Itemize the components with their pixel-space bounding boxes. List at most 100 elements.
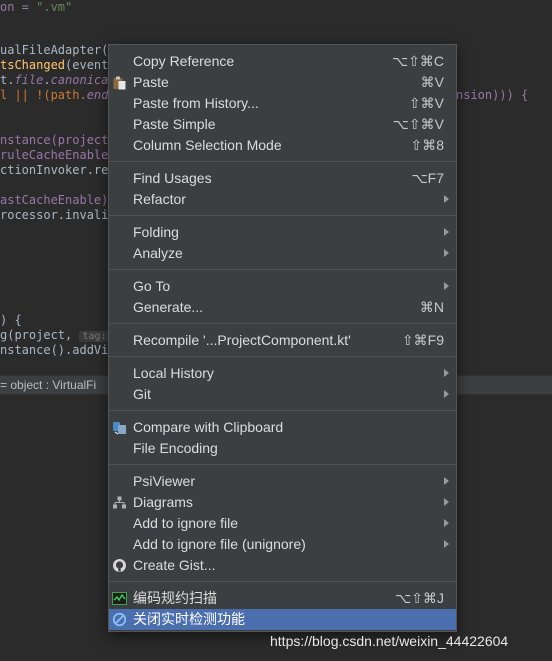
- menu-item-label: Create Gist...: [133, 557, 216, 573]
- submenu-arrow-icon: [444, 519, 449, 527]
- menu-item-label: 关闭实时检测功能: [133, 611, 245, 627]
- menu-item-label: Diagrams: [133, 494, 193, 510]
- submenu-arrow-icon: [444, 249, 449, 257]
- menu-separator: [109, 356, 456, 357]
- menu-item-disable-realtime-detection[interactable]: 关闭实时检测功能: [109, 609, 456, 630]
- code-line: ctionInvoker.ref: [0, 163, 116, 178]
- code-token: g(project,: [0, 328, 73, 342]
- code-token: nstance(project): [0, 133, 116, 147]
- menu-item-label: Recompile '...ProjectComponent.kt': [133, 332, 351, 348]
- submenu-arrow-icon: [444, 228, 449, 236]
- compare-clipboard-icon: [113, 422, 126, 435]
- menu-item-code-scan[interactable]: 编码规约扫描 ⌥⇧⌘J: [109, 588, 456, 609]
- menu-item-label: Analyze: [133, 245, 183, 261]
- scan-chart-icon: [112, 592, 127, 605]
- menu-item-shortcut: ⇧⌘8: [410, 137, 444, 153]
- code-token: ctionInvoker.ref: [0, 163, 116, 177]
- menu-item-label: Paste Simple: [133, 116, 216, 132]
- menu-item-label: Git: [133, 386, 151, 402]
- breadcrumb-text: = object : VirtualFi: [0, 378, 97, 392]
- menu-item-local-history[interactable]: Local History: [109, 363, 456, 384]
- menu-item-add-to-ignore-file[interactable]: Add to ignore file: [109, 513, 456, 534]
- menu-item-create-gist[interactable]: Create Gist...: [109, 555, 456, 576]
- code-token: rocessor.invalid: [0, 208, 116, 222]
- menu-item-recompile[interactable]: Recompile '...ProjectComponent.kt' ⇧⌘F9: [109, 330, 456, 351]
- menu-item-paste[interactable]: Paste ⌘V: [109, 72, 456, 93]
- menu-separator: [109, 215, 456, 216]
- menu-item-label: 编码规约扫描: [133, 590, 217, 606]
- code-token: l || !(path.: [0, 88, 87, 102]
- submenu-arrow-icon: [444, 498, 449, 506]
- menu-item-label: PsiViewer: [133, 473, 195, 489]
- code-token: file: [14, 73, 44, 87]
- menu-item-label: Local History: [133, 365, 214, 381]
- menu-separator: [109, 410, 456, 411]
- code-token: nstance().addVir: [0, 343, 116, 357]
- menu-item-label: Generate...: [133, 299, 204, 315]
- diagram-icon: [113, 496, 126, 509]
- code-token: tsChanged: [0, 58, 66, 72]
- github-icon: [113, 559, 126, 572]
- menu-item-label: Find Usages: [133, 170, 212, 186]
- menu-item-column-selection-mode[interactable]: Column Selection Mode ⇧⌘8: [109, 135, 456, 156]
- code-line: nsion))) {: [456, 88, 528, 103]
- menu-item-copy-reference[interactable]: Copy Reference ⌥⇧⌘C: [109, 51, 456, 72]
- menu-separator: [109, 581, 456, 582]
- code-token: .: [43, 73, 51, 87]
- menu-item-paste-from-history[interactable]: Paste from History... ⇧⌘V: [109, 93, 456, 114]
- menu-item-refactor[interactable]: Refactor: [109, 189, 456, 210]
- menu-item-git[interactable]: Git: [109, 384, 456, 405]
- code-line: ualFileAdapter(: [0, 43, 108, 58]
- menu-item-shortcut: ⇧⌘V: [408, 95, 444, 111]
- code-token: nsion))) {: [456, 88, 529, 102]
- submenu-arrow-icon: [444, 282, 449, 290]
- parameter-hint: tag:: [79, 331, 110, 342]
- menu-item-folding[interactable]: Folding: [109, 222, 456, 243]
- menu-item-label: Copy Reference: [133, 53, 235, 69]
- code-token: canonical: [50, 73, 116, 87]
- code-line: tsChanged(event:: [0, 58, 116, 73]
- menu-item-add-to-ignore-file-unignore[interactable]: Add to ignore file (unignore): [109, 534, 456, 555]
- menu-separator: [109, 161, 456, 162]
- code-line: g(project, tag:: [0, 328, 110, 343]
- menu-item-file-encoding[interactable]: File Encoding: [109, 438, 456, 459]
- code-token: ualFileAdapter(: [0, 43, 109, 57]
- menu-item-paste-simple[interactable]: Paste Simple ⌥⇧⌘V: [109, 114, 456, 135]
- menu-separator: [109, 464, 456, 465]
- watermark-text: https://blog.csdn.net/weixin_44422604: [270, 633, 509, 649]
- prohibited-icon: [112, 612, 127, 627]
- editor-context-menu: Copy Reference ⌥⇧⌘C Paste ⌘V Paste from …: [108, 44, 457, 632]
- code-token: ".vm": [36, 0, 73, 14]
- menu-item-label: Add to ignore file: [133, 515, 239, 531]
- code-token: ruleCacheEnable): [0, 148, 116, 162]
- submenu-arrow-icon: [444, 540, 449, 548]
- code-line: nstance().addVir: [0, 343, 116, 358]
- code-line: on = ".vm": [0, 0, 72, 15]
- code-line: nstance(project): [0, 133, 116, 148]
- menu-item-label: Paste from History...: [133, 95, 259, 111]
- menu-item-compare-with-clipboard[interactable]: Compare with Clipboard: [109, 417, 456, 438]
- code-line: rocessor.invalid: [0, 208, 116, 223]
- code-line: astCacheEnable): [0, 193, 108, 208]
- code-token: astCacheEnable): [0, 193, 109, 207]
- menu-item-go-to[interactable]: Go To: [109, 276, 456, 297]
- menu-item-generate[interactable]: Generate... ⌘N: [109, 297, 456, 318]
- menu-item-diagrams[interactable]: Diagrams: [109, 492, 456, 513]
- menu-item-shortcut: ⌘N: [419, 299, 444, 315]
- menu-item-label: File Encoding: [133, 440, 218, 456]
- menu-item-analyze[interactable]: Analyze: [109, 243, 456, 264]
- submenu-arrow-icon: [444, 477, 449, 485]
- menu-item-label: Go To: [133, 278, 171, 294]
- menu-item-find-usages[interactable]: Find Usages ⌥F7: [109, 168, 456, 189]
- menu-item-shortcut: ⌥F7: [411, 170, 444, 186]
- menu-item-label: Folding: [133, 224, 179, 240]
- menu-item-psiviewer[interactable]: PsiViewer: [109, 471, 456, 492]
- code-token: ) {: [0, 313, 22, 327]
- menu-item-shortcut: ⌘V: [420, 74, 444, 90]
- menu-item-shortcut: ⌥⇧⌘C: [392, 53, 444, 69]
- menu-item-label: Compare with Clipboard: [133, 419, 284, 435]
- submenu-arrow-icon: [444, 369, 449, 377]
- menu-item-label: Paste: [133, 74, 169, 90]
- code-line: l || !(path.ends: [0, 88, 116, 103]
- code-token: t.: [0, 73, 15, 87]
